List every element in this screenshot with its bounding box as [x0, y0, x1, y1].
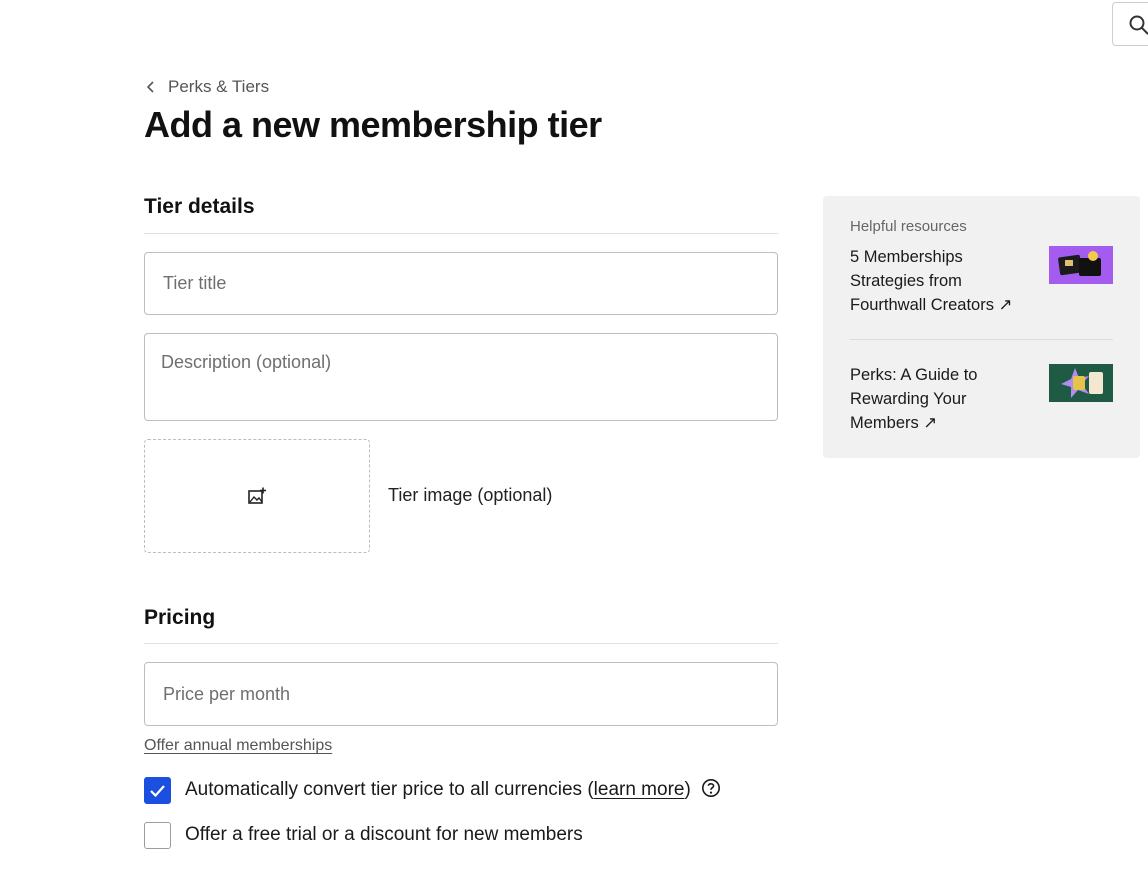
question-circle-icon[interactable] — [701, 778, 721, 798]
description-input[interactable] — [144, 333, 778, 421]
tier-image-dropzone[interactable] — [144, 439, 370, 553]
resources-divider — [850, 339, 1113, 340]
tier-details-divider — [144, 233, 778, 234]
add-image-icon — [248, 487, 266, 504]
pricing-heading: Pricing — [144, 606, 216, 629]
tier-image-label: Tier image (optional) — [388, 485, 553, 505]
convert-label-after: ) — [684, 779, 691, 800]
free-trial-checkbox[interactable] — [144, 822, 171, 849]
convert-currencies-label: Automatically convert tier price to all … — [185, 778, 721, 801]
resource-title: Perks: A Guide to Rewarding Your Members — [850, 366, 978, 432]
tier-title-input[interactable] — [144, 252, 778, 315]
page-title: Add a new membership tier — [144, 104, 602, 145]
helpful-resources-panel: Helpful resources 5 Memberships Strategi… — [823, 196, 1140, 458]
chevron-left-icon — [146, 81, 154, 93]
offer-annual-memberships-link[interactable]: Offer annual memberships — [144, 737, 332, 755]
tier-details-heading: Tier details — [144, 195, 255, 218]
search-button[interactable] — [1112, 2, 1148, 46]
breadcrumb[interactable]: Perks & Tiers — [144, 76, 269, 98]
resources-heading: Helpful resources — [850, 218, 967, 235]
resource-thumbnail[interactable] — [1049, 364, 1113, 402]
convert-currencies-checkbox[interactable] — [144, 777, 171, 804]
resource-title: 5 Memberships Strategies from Fourthwall… — [850, 248, 994, 314]
free-trial-label: Offer a free trial or a discount for new… — [185, 824, 583, 845]
external-link-icon: ↗ — [998, 296, 1013, 314]
checkmark-icon — [150, 785, 165, 798]
convert-label-before: Automatically convert tier price to all … — [185, 779, 594, 800]
learn-more-link[interactable]: learn more — [594, 779, 685, 800]
breadcrumb-label: Perks & Tiers — [168, 77, 270, 96]
external-link-icon: ↗ — [923, 414, 938, 432]
resource-thumbnail[interactable] — [1049, 246, 1113, 284]
resource-link-memberships[interactable]: 5 Memberships Strategies from Fourthwall… — [850, 245, 1035, 317]
pricing-divider — [144, 643, 778, 644]
resource-link-perks[interactable]: Perks: A Guide to Rewarding Your Members… — [850, 363, 1035, 435]
price-per-month-input[interactable] — [144, 662, 778, 726]
search-icon — [1129, 15, 1148, 35]
